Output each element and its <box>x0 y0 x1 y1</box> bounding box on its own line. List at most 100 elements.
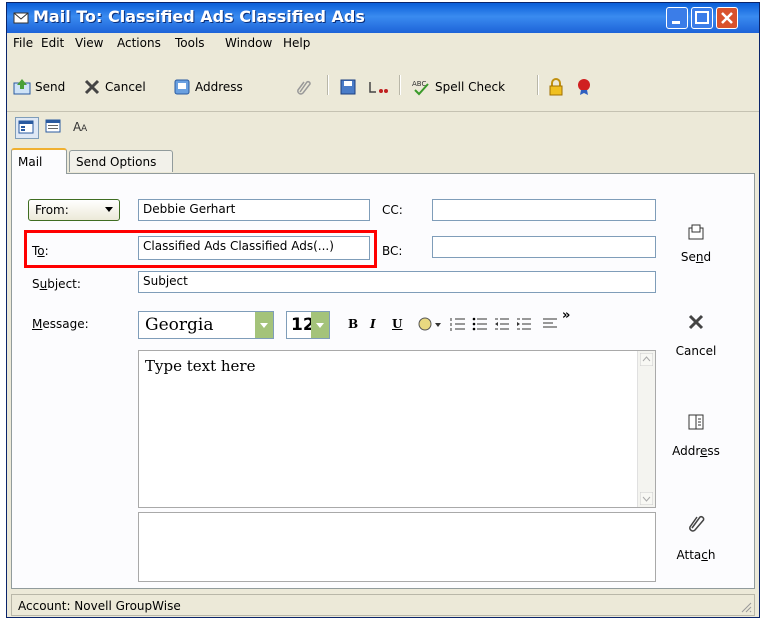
subject-label: Subject: <box>32 277 81 291</box>
font-size-value: 12 <box>291 315 311 335</box>
address-book-icon <box>174 79 190 95</box>
cancel-label: Cancel <box>675 344 717 358</box>
bullet-list-icon[interactable] <box>472 316 488 332</box>
menu-tools[interactable]: Tools <box>175 36 205 50</box>
toolbar-cancel-button[interactable]: Cancel <box>83 76 146 98</box>
layout-view-button[interactable] <box>43 117 65 137</box>
decrease-indent-icon[interactable] <box>494 316 510 332</box>
to-highlight-box <box>24 230 377 268</box>
tab-send-options-label: Send Options <box>76 154 157 169</box>
subject-field[interactable]: Subject <box>138 271 656 293</box>
paperclip-icon <box>297 80 311 95</box>
cc-field[interactable] <box>432 199 656 221</box>
window-title: Mail To: Classified Ads Classified Ads <box>33 7 365 26</box>
from-dropdown[interactable]: From: <box>28 199 120 221</box>
align-icon[interactable] <box>542 316 558 332</box>
lock-icon <box>549 78 563 96</box>
menu-view[interactable]: View <box>75 36 103 50</box>
message-label: Message: <box>32 317 89 331</box>
toolbar-spell-check-label: Spell Check <box>435 80 506 94</box>
minimize-button[interactable] <box>666 7 688 29</box>
chevron-down-icon <box>105 207 113 212</box>
mail-form-panel: From: Debbie Gerhart CC: To: Classified … <box>11 173 755 589</box>
attach-label: Attach <box>676 548 716 562</box>
overflow-chevron-icon[interactable]: » <box>562 308 570 323</box>
chevron-down-icon[interactable] <box>311 312 329 338</box>
message-body: Type text here <box>145 357 256 375</box>
format-toolbar: Georgia 12 B I U » <box>138 308 656 342</box>
tab-mail[interactable]: Mail <box>11 148 67 174</box>
cancel-icon <box>688 314 704 330</box>
toolbar-seal-button[interactable] <box>575 76 597 98</box>
maximize-button[interactable] <box>691 7 713 29</box>
menu-actions[interactable]: Actions <box>117 36 161 50</box>
italic-button[interactable]: I <box>370 317 376 331</box>
scroll-up-icon[interactable] <box>640 353 653 366</box>
toolbar-lock-button[interactable] <box>547 76 569 98</box>
font-size-icon: A A <box>73 120 88 134</box>
status-bar: Account: Novell GroupWise <box>11 594 755 616</box>
numbered-list-icon[interactable] <box>450 316 466 332</box>
bc-field[interactable] <box>432 236 656 258</box>
send-label: Send <box>680 250 712 264</box>
message-editor[interactable]: Type text here <box>138 350 656 508</box>
toolbar-spell-check-button[interactable]: ABC Spell Check <box>411 76 505 98</box>
seal-icon <box>578 79 590 95</box>
account-status: Account: Novell GroupWise <box>18 599 181 613</box>
tab-mail-label: Mail <box>18 155 43 169</box>
address-book-icon <box>688 414 704 430</box>
bold-button[interactable]: B <box>348 317 358 331</box>
increase-indent-icon[interactable] <box>516 316 532 332</box>
toolbar-attach-button[interactable] <box>295 76 317 98</box>
menu-window[interactable]: Window <box>225 36 272 50</box>
toolbar-send-label: Send <box>35 80 66 94</box>
menu-bar: File Edit View Actions Tools Window Help <box>7 33 759 53</box>
attach-button[interactable]: Attach <box>666 508 726 562</box>
underline-button[interactable]: U <box>392 317 402 331</box>
spell-check-icon: ABC <box>412 80 429 96</box>
highlight-color-icon[interactable] <box>418 316 442 332</box>
resize-grip-icon[interactable] <box>740 601 752 613</box>
menu-file[interactable]: File <box>13 36 33 50</box>
send-icon <box>688 224 704 240</box>
from-field[interactable]: Debbie Gerhart <box>138 199 370 221</box>
toolbar-address-label: Address <box>195 80 243 94</box>
paperclip-icon <box>689 516 705 532</box>
menu-edit[interactable]: Edit <box>41 36 64 50</box>
form-view-icon <box>18 120 34 134</box>
tab-send-options[interactable]: Send Options <box>69 150 173 172</box>
send-button[interactable]: Send <box>666 218 726 264</box>
tab-strip: Mail Send Options <box>7 148 759 174</box>
scroll-down-icon[interactable] <box>640 492 653 505</box>
send-icon <box>13 79 31 95</box>
toolbar-signature-button[interactable] <box>367 76 393 98</box>
view-toolbar: A A <box>7 111 759 142</box>
menu-help[interactable]: Help <box>283 36 310 50</box>
font-size-select[interactable]: 12 <box>286 311 330 339</box>
from-label: From: <box>35 203 69 217</box>
layout-view-icon <box>45 119 61 133</box>
chevron-down-icon[interactable] <box>255 312 273 338</box>
cancel-button[interactable]: Cancel <box>666 308 726 358</box>
cc-label: CC: <box>382 203 403 217</box>
font-select-value: Georgia <box>145 315 214 335</box>
mail-icon <box>13 12 29 24</box>
font-size-button[interactable]: A A <box>71 117 93 137</box>
toolbar-save-button[interactable] <box>339 76 361 98</box>
mail-window: Mail To: Classified Ads Classified Ads F… <box>6 2 760 618</box>
font-select[interactable]: Georgia <box>138 311 274 339</box>
address-button[interactable]: Address <box>666 408 726 458</box>
message-scrollbar[interactable] <box>637 351 655 507</box>
cancel-icon <box>84 79 100 95</box>
title-bar[interactable]: Mail To: Classified Ads Classified Ads <box>7 3 759 33</box>
bc-label: BC: <box>382 244 403 258</box>
save-icon <box>340 79 356 95</box>
toolbar-cancel-label: Cancel <box>105 80 146 94</box>
address-label: Address <box>672 444 720 458</box>
close-button[interactable] <box>716 7 738 29</box>
svg-text:A: A <box>81 124 88 134</box>
toolbar-address-button[interactable]: Address <box>173 76 243 98</box>
toolbar-send-button[interactable]: Send <box>13 76 65 98</box>
attachment-area[interactable] <box>138 512 656 582</box>
mail-view-button[interactable] <box>15 117 39 139</box>
